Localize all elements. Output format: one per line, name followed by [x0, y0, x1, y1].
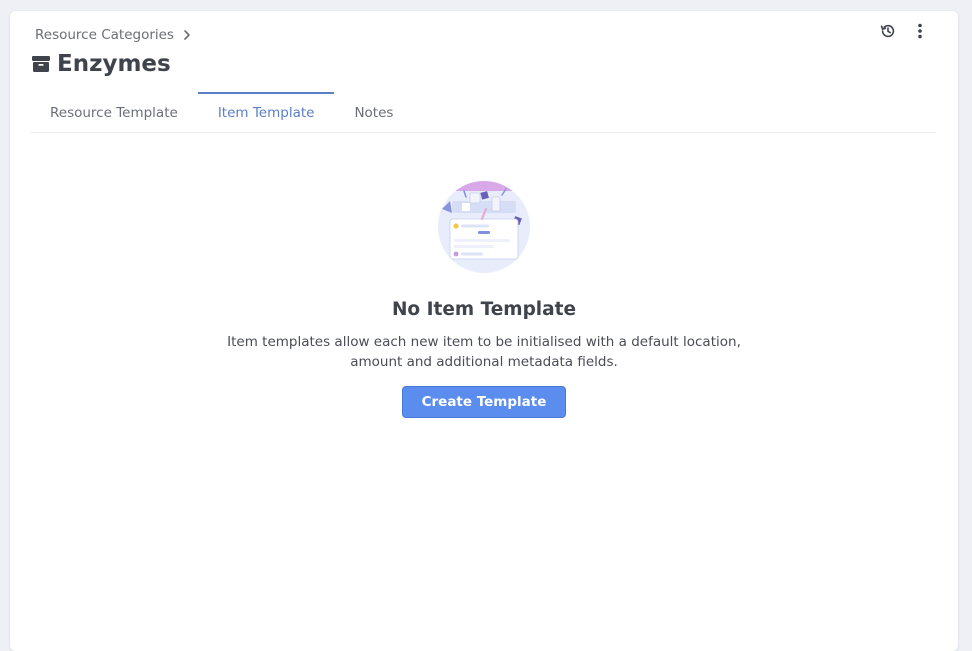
tab-item-template[interactable]: Item Template: [197, 92, 335, 132]
history-icon: [880, 24, 895, 38]
main-card: Resource Categories Enzymes Resource Tem…: [10, 11, 958, 651]
empty-state: No Item Template Item templates allow ea…: [10, 179, 958, 418]
breadcrumb-link-resource-categories[interactable]: Resource Categories: [35, 27, 174, 43]
empty-state-description: Item templates allow each new item to be…: [227, 334, 741, 370]
breadcrumb: Resource Categories: [35, 27, 193, 43]
tab-bar: Resource Template Item Template Notes: [30, 92, 936, 133]
box-icon: [32, 56, 50, 72]
chevron-right-icon: [184, 30, 190, 40]
empty-state-title: No Item Template: [391, 299, 577, 320]
empty-state-illustration: [438, 181, 530, 273]
history-button[interactable]: [879, 22, 897, 40]
header-actions: [879, 22, 929, 40]
more-vertical-icon: [918, 23, 922, 39]
tab-notes[interactable]: Notes: [334, 92, 413, 132]
create-template-button[interactable]: Create Template: [401, 386, 567, 418]
tab-resource-template[interactable]: Resource Template: [30, 92, 198, 132]
more-options-button[interactable]: [911, 22, 929, 40]
page-title: Enzymes: [57, 51, 171, 77]
page-title-row: Enzymes: [31, 51, 171, 77]
